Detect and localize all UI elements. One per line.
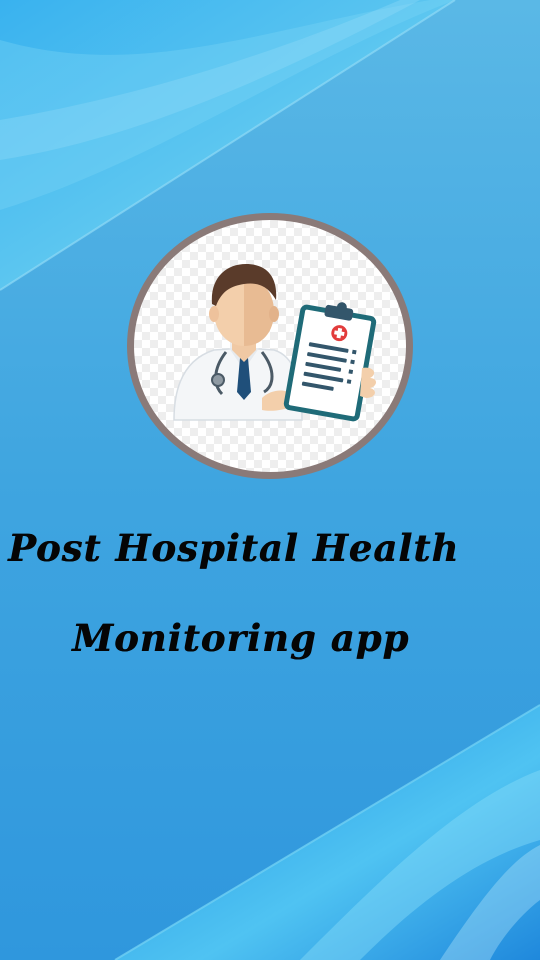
doctor-with-clipboard-icon xyxy=(173,264,377,422)
doctor-figure xyxy=(173,264,303,421)
splash-screen: Post Hospital Health Monitoring app xyxy=(0,0,540,960)
doctor-fingers xyxy=(360,367,376,398)
app-logo xyxy=(127,213,413,479)
doctor-ear-right xyxy=(269,306,279,322)
clipboard-board xyxy=(283,304,377,422)
stethoscope-chestpiece xyxy=(211,373,225,387)
background-art xyxy=(0,0,540,960)
doctor-ear-left xyxy=(209,306,219,322)
app-title-line-2: Monitoring app xyxy=(72,616,410,660)
app-title-line-1: Post Hospital Health xyxy=(8,526,460,570)
clipboard xyxy=(283,302,377,422)
